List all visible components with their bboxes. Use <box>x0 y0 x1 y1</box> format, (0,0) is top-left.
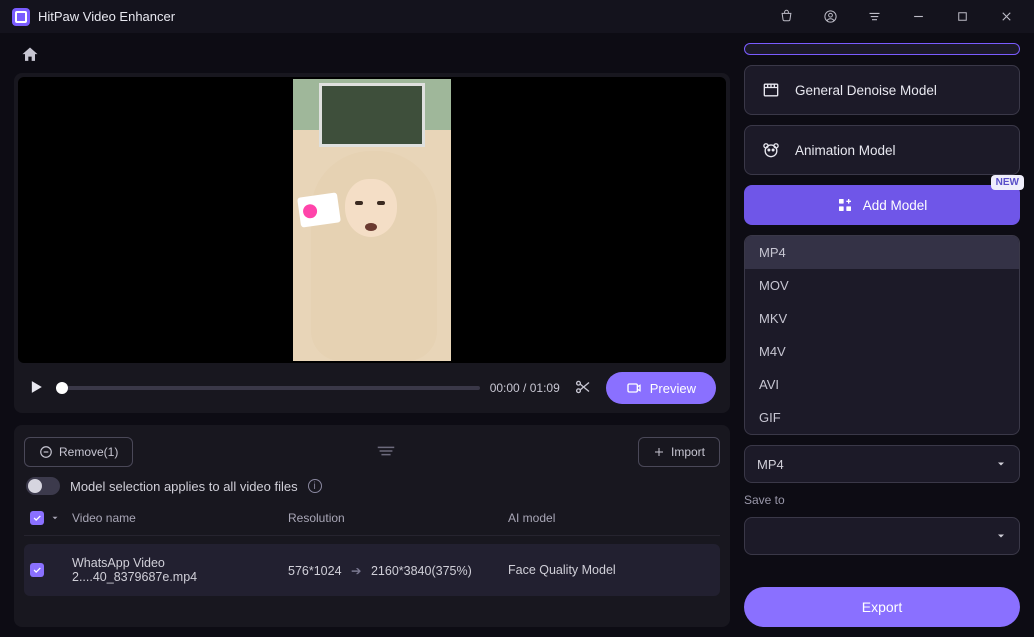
chevron-down-icon[interactable] <box>50 513 60 523</box>
format-option-mov[interactable]: MOV <box>745 269 1019 302</box>
film-icon <box>761 80 781 100</box>
export-button-label: Export <box>862 599 902 615</box>
row-video-name: WhatsApp Video 2....40_8379687e.mp4 <box>68 556 288 584</box>
file-list-panel: Remove(1) Import Model selection applies… <box>14 425 730 627</box>
time-display: 00:00 / 01:09 <box>490 381 560 395</box>
chevron-down-icon <box>995 530 1007 542</box>
format-list: MP4 MOV MKV M4V AVI GIF <box>744 235 1020 435</box>
save-to-label: Save to <box>744 493 1020 507</box>
row-resolution: 576*1024 ➔ 2160*3840(375%) <box>288 563 508 578</box>
format-option-mkv[interactable]: MKV <box>745 302 1019 335</box>
col-ai-model: AI model <box>508 511 714 525</box>
format-option-gif[interactable]: GIF <box>745 401 1019 434</box>
preview-button-label: Preview <box>650 381 696 396</box>
import-button[interactable]: Import <box>638 437 720 467</box>
export-button[interactable]: Export <box>744 587 1020 627</box>
titlebar: HitPaw Video Enhancer <box>0 0 1034 33</box>
model-option-label: General Denoise Model <box>795 83 937 98</box>
seek-handle[interactable] <box>56 382 68 394</box>
scissors-icon[interactable] <box>570 378 596 399</box>
add-model-button[interactable]: Add Model NEW <box>744 185 1020 225</box>
preview-button[interactable]: Preview <box>606 372 716 404</box>
col-video-name: Video name <box>68 511 288 525</box>
output-format-value: MP4 <box>757 457 784 472</box>
format-option-avi[interactable]: AVI <box>745 368 1019 401</box>
menu-icon[interactable] <box>852 0 896 33</box>
row-checkbox[interactable] <box>30 563 44 577</box>
save-to-select[interactable] <box>744 517 1020 555</box>
app-title: HitPaw Video Enhancer <box>38 9 175 24</box>
model-option-animation[interactable]: Animation Model <box>744 125 1020 175</box>
remove-button[interactable]: Remove(1) <box>24 437 133 467</box>
new-badge: NEW <box>991 175 1024 190</box>
apply-all-toggle[interactable] <box>26 477 60 495</box>
list-drag-handle-icon[interactable] <box>375 444 397 461</box>
model-option-denoise[interactable]: General Denoise Model <box>744 65 1020 115</box>
video-area[interactable] <box>18 77 726 363</box>
play-button[interactable] <box>26 377 46 400</box>
bear-icon <box>761 140 781 160</box>
account-icon[interactable] <box>808 0 852 33</box>
select-all-checkbox[interactable] <box>30 511 44 525</box>
col-resolution: Resolution <box>288 511 508 525</box>
cart-icon[interactable] <box>764 0 808 33</box>
chevron-down-icon <box>995 458 1007 470</box>
table-row[interactable]: WhatsApp Video 2....40_8379687e.mp4 576*… <box>24 544 720 596</box>
table-header: Video name Resolution AI model <box>24 501 720 536</box>
close-button[interactable] <box>984 0 1028 33</box>
format-option-m4v[interactable]: M4V <box>745 335 1019 368</box>
format-option-mp4[interactable]: MP4 <box>745 236 1019 269</box>
grid-plus-icon <box>837 197 853 213</box>
home-icon[interactable] <box>20 45 40 68</box>
maximize-button[interactable] <box>940 0 984 33</box>
app-logo-icon <box>12 8 30 26</box>
add-model-label: Add Model <box>863 198 928 213</box>
seek-bar[interactable] <box>56 386 480 390</box>
arrow-right-icon: ➔ <box>351 564 361 578</box>
remove-button-label: Remove(1) <box>59 445 118 459</box>
apply-all-label: Model selection applies to all video fil… <box>70 479 298 494</box>
selected-model-card[interactable] <box>744 43 1020 55</box>
row-ai-model: Face Quality Model <box>508 563 714 577</box>
video-thumbnail <box>293 79 451 361</box>
preview-panel: 00:00 / 01:09 Preview <box>14 73 730 413</box>
model-option-label: Animation Model <box>795 143 896 158</box>
info-icon[interactable]: i <box>308 479 322 493</box>
minimize-button[interactable] <box>896 0 940 33</box>
import-button-label: Import <box>671 445 705 459</box>
output-format-select[interactable]: MP4 <box>744 445 1020 483</box>
